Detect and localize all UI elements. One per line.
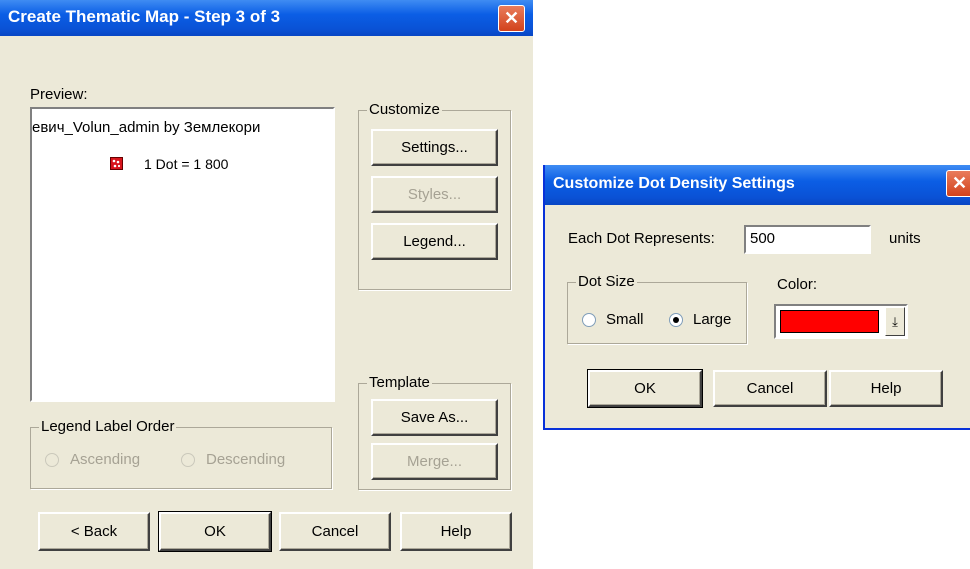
wizard-title: Create Thematic Map - Step 3 of 3 [8,7,281,26]
merge-button[interactable]: Merge... [371,443,498,480]
preview-layer-title: евич_Volun_admin by Землекори [32,119,261,136]
dot-density-dialog: Customize Dot Density Settings ✕ Each Do… [543,165,970,430]
color-label: Color: [777,276,818,293]
settings-button[interactable]: Settings... [371,129,498,166]
preview-legend-text: 1 Dot = 1 800 [144,156,229,172]
legend-label-order-legend: Legend Label Order [39,418,177,435]
ascending-label[interactable]: Ascending [70,451,140,468]
wizard-cancel-button[interactable]: Cancel [279,512,391,551]
dot-density-cancel-button[interactable]: Cancel [713,370,827,407]
wizard-close-icon[interactable]: ✕ [498,5,525,32]
descending-radio[interactable] [181,453,195,467]
units-label: units [889,230,921,247]
each-dot-input[interactable]: 500 [744,225,871,254]
descending-label[interactable]: Descending [206,451,285,468]
styles-button[interactable]: Styles... [371,176,498,213]
each-dot-label: Each Dot Represents: [568,230,715,247]
ascending-radio[interactable] [45,453,59,467]
color-dropdown-arrow-icon[interactable]: ⤓ [885,307,905,336]
preview-pane: евич_Volun_admin by Землекори 1 Dot = 1 … [30,107,335,402]
dot-density-title: Customize Dot Density Settings [553,175,795,192]
each-dot-value: 500 [750,230,776,247]
customize-group-legend: Customize [367,101,442,118]
color-swatch [780,310,879,333]
large-radio[interactable] [669,313,683,327]
color-picker[interactable]: ⤓ [774,304,908,339]
wizard-ok-button[interactable]: OK [158,511,272,552]
large-label[interactable]: Large [693,311,731,328]
back-button[interactable]: < Back [38,512,150,551]
dot-density-help-button[interactable]: Help [829,370,943,407]
dot-density-close-icon[interactable]: ✕ [946,170,970,197]
save-as-button[interactable]: Save As... [371,399,498,436]
wizard-help-button[interactable]: Help [400,512,512,551]
legend-button[interactable]: Legend... [371,223,498,260]
small-label[interactable]: Small [606,311,644,328]
wizard-title-bar[interactable]: Create Thematic Map - Step 3 of 3 ✕ [0,0,533,36]
small-radio[interactable] [582,313,596,327]
preview-label: Preview: [30,86,88,103]
dot-size-legend: Dot Size [576,273,637,290]
preview-legend-swatch-icon [110,157,123,170]
dot-density-ok-button[interactable]: OK [587,369,703,408]
create-thematic-map-dialog: Create Thematic Map - Step 3 of 3 ✕ Prev… [0,0,533,569]
dot-density-title-bar[interactable]: Customize Dot Density Settings ✕ [545,165,970,205]
template-group-legend: Template [367,374,432,391]
